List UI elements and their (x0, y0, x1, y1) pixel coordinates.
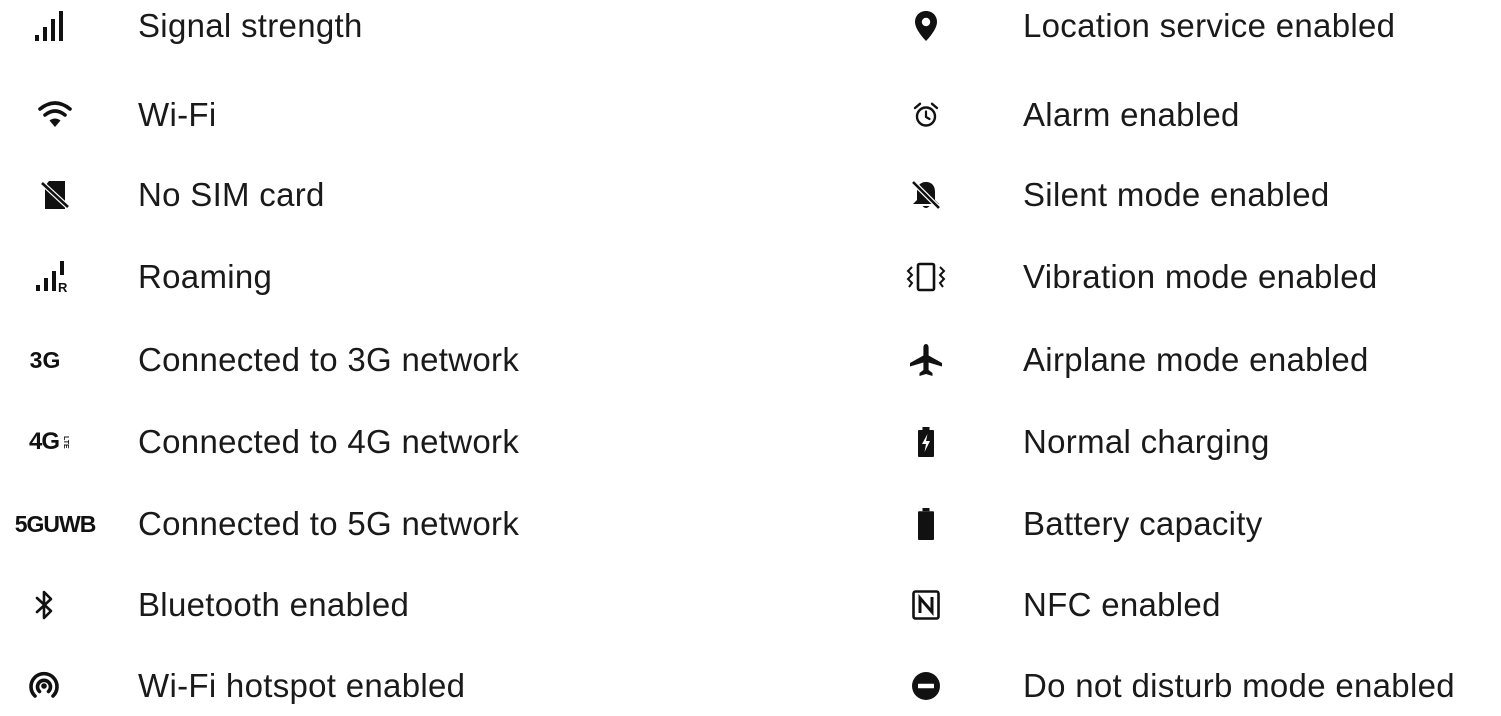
legend-label: Wi-Fi hotspot enabled (138, 667, 466, 704)
legend-label: Connected to 4G network (138, 423, 520, 460)
legend-label: Roaming (138, 258, 273, 295)
location-icon (891, 0, 961, 56)
legend-label: Silent mode enabled (1023, 176, 1330, 213)
battery-icon (891, 494, 961, 554)
legend-row: NFC enabled (885, 575, 1501, 635)
legend-label: Vibration mode enabled (1023, 258, 1378, 295)
legend-row: 3G Connected to 3G network (0, 330, 880, 390)
no-sim-card-icon (8, 165, 102, 225)
legend-row: 4G LTE Connected to 4G network (0, 412, 880, 472)
legend-row: Do not disturb mode enabled (885, 656, 1501, 716)
legend-row: Silent mode enabled (885, 165, 1501, 225)
5g-uwb-icon: 5GUWB (14, 510, 97, 537)
3g-icon: 3G (29, 346, 61, 373)
alarm-icon (891, 85, 961, 145)
legend-row: Signal strength (0, 0, 880, 56)
svg-text:R: R (58, 280, 68, 293)
legend-label: Normal charging (1023, 423, 1270, 460)
legend-row: Alarm enabled (885, 85, 1501, 145)
nfc-icon (891, 575, 961, 635)
legend-label: Connected to 5G network (138, 505, 520, 542)
legend-row: Vibration mode enabled (885, 247, 1501, 307)
charging-icon (891, 412, 961, 472)
legend-label: No SIM card (138, 176, 325, 213)
do-not-disturb-icon (891, 656, 961, 716)
bluetooth-icon (8, 575, 102, 635)
legend-label: Airplane mode enabled (1023, 341, 1369, 378)
legend-label: NFC enabled (1023, 586, 1221, 623)
legend-row: Wi-Fi (0, 85, 880, 145)
legend-row: R Roaming (0, 247, 880, 307)
legend-row: Bluetooth enabled (0, 575, 880, 635)
wifi-hotspot-icon (8, 656, 102, 716)
legend-label: Connected to 3G network (138, 341, 520, 378)
4g-lte-icon: 4G LTE (28, 428, 69, 455)
legend-row: Battery capacity (885, 494, 1501, 554)
wifi-icon (8, 85, 102, 145)
legend-label: Battery capacity (1023, 505, 1263, 542)
legend-row: Normal charging (885, 412, 1501, 472)
legend-label: Signal strength (138, 7, 363, 44)
legend-row: Wi-Fi hotspot enabled (0, 656, 880, 716)
legend-label: Bluetooth enabled (138, 586, 410, 623)
legend-row: No SIM card (0, 165, 880, 225)
legend-label: Alarm enabled (1023, 96, 1240, 133)
legend-label: Do not disturb mode enabled (1023, 667, 1455, 704)
signal-strength-icon (8, 0, 102, 56)
silent-mode-icon (891, 165, 961, 225)
legend-label: Wi-Fi (138, 96, 217, 133)
legend-label: Location service enabled (1023, 7, 1396, 44)
legend-row: Airplane mode enabled (885, 330, 1501, 390)
airplane-icon (891, 330, 961, 390)
legend-row: 5GUWB Connected to 5G network (0, 494, 880, 554)
roaming-icon: R (8, 247, 102, 307)
legend-row: Location service enabled (885, 0, 1501, 56)
vibration-icon (891, 247, 961, 307)
status-icon-legend: Signal strength Wi-Fi No SIM card R Roam… (0, 0, 1501, 704)
